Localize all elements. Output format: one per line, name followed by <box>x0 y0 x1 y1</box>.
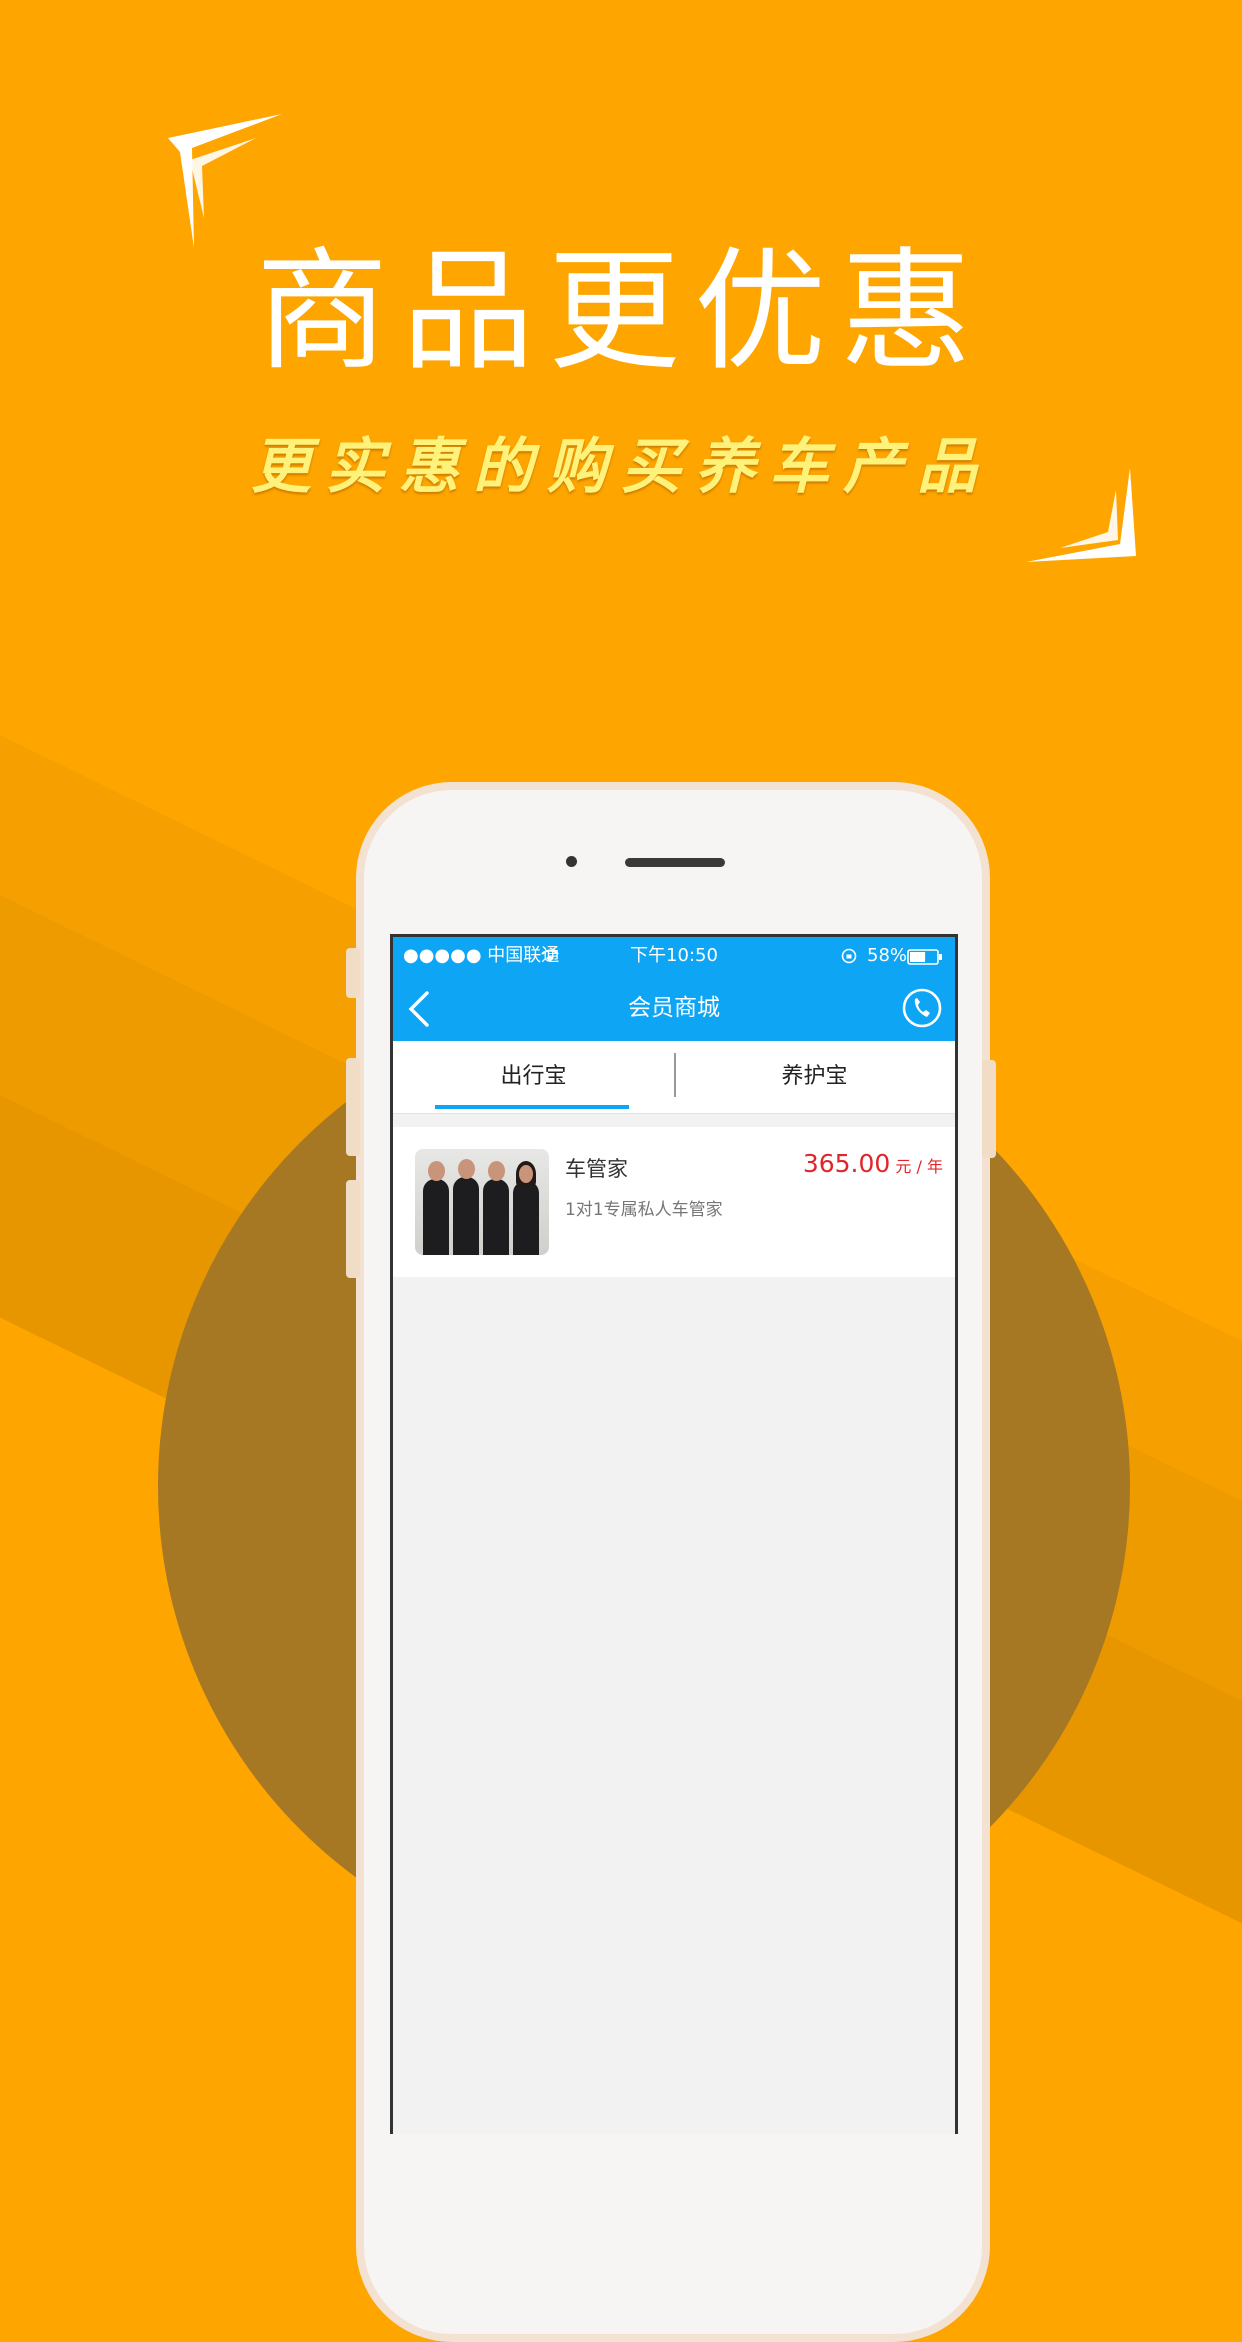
product-price: 365.00 <box>802 1149 891 1178</box>
rotation-lock-icon <box>841 948 857 964</box>
tab-chuxingbao[interactable]: 出行宝 <box>393 1041 674 1113</box>
tab-yanghubao[interactable]: 养护宝 <box>674 1041 955 1113</box>
tab-label: 养护宝 <box>781 1064 848 1089</box>
phone-side-button <box>346 1058 360 1156</box>
tab-bar: 出行宝 养护宝 <box>393 1041 955 1114</box>
app-screen: ●●●●● 中国联通 下午10:50 58% 会员商城 出行宝 养护宝 车管家 … <box>390 934 958 2134</box>
nav-bar: 会员商城 <box>393 975 955 1041</box>
product-price-group: 365.00 元 / 年 <box>803 1149 943 1178</box>
product-name: 车管家 <box>565 1157 628 1181</box>
phone-side-button <box>982 1060 996 1158</box>
battery-percent: 58% <box>867 945 908 966</box>
promo-subline: 更实惠的购买养车产品 <box>251 432 991 502</box>
phone-camera <box>566 856 577 867</box>
product-image <box>415 1149 549 1255</box>
nav-title: 会员商城 <box>628 995 720 1021</box>
tab-active-indicator <box>435 1105 629 1109</box>
status-bar: ●●●●● 中国联通 下午10:50 58% <box>393 937 955 975</box>
product-price-unit: 元 / 年 <box>895 1157 943 1176</box>
promo-headline: 商品更优惠 <box>256 235 986 389</box>
battery-icon <box>907 949 942 965</box>
phone-speaker <box>625 858 725 867</box>
phone-call-button[interactable] <box>901 987 943 1029</box>
phone-side-button <box>346 1180 360 1278</box>
tab-label: 出行宝 <box>500 1064 567 1089</box>
product-card[interactable]: 车管家 1对1专属私人车管家 365.00 元 / 年 <box>393 1127 955 1277</box>
phone-side-button <box>346 948 360 998</box>
product-description: 1对1专属私人车管家 <box>565 1200 723 1220</box>
